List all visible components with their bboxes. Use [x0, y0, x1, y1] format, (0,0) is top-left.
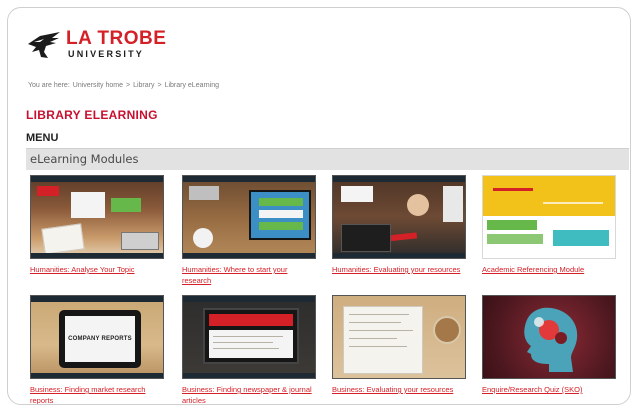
- module-link[interactable]: Enquire/Research Quiz (SKO): [482, 384, 616, 395]
- module-card: Humanities: Evaluating your resources: [332, 175, 466, 275]
- module-link[interactable]: Humanities: Analyse Your Topic: [30, 264, 164, 275]
- module-card: Enquire/Research Quiz (SKO): [482, 295, 616, 395]
- module-thumbnail[interactable]: COMPANY REPORTS: [30, 295, 164, 379]
- module-thumbnail[interactable]: [30, 175, 164, 259]
- menu-label: MENU: [26, 132, 59, 144]
- logo-wordmark: LA TROBE: [66, 28, 167, 49]
- module-card: COMPANY REPORTS Business: Finding market…: [30, 295, 164, 404]
- module-link[interactable]: Humanities: Where to start your research: [182, 264, 316, 286]
- company-reports-title: COMPANY REPORTS: [68, 336, 132, 342]
- breadcrumb-separator: >: [125, 82, 131, 89]
- breadcrumb-separator: >: [157, 82, 162, 89]
- page-title: LIBRARY ELEARNING: [26, 108, 158, 122]
- module-link[interactable]: Business: Finding newspaper & journal ar…: [182, 384, 316, 404]
- logo-subtitle: UNIVERSITY: [68, 49, 145, 59]
- module-card: Humanities: Analyse Your Topic: [30, 175, 164, 275]
- module-link[interactable]: Humanities: Evaluating your resources: [332, 264, 466, 275]
- module-card: Humanities: Where to start your research: [182, 175, 316, 286]
- module-thumbnail[interactable]: [332, 295, 466, 379]
- breadcrumb-university-home[interactable]: University home: [73, 82, 123, 89]
- breadcrumb-prefix: You are here:: [28, 82, 70, 89]
- module-card: Academic Referencing Module: [482, 175, 616, 275]
- module-thumbnail[interactable]: [182, 295, 316, 379]
- page-frame: LA TROBE UNIVERSITY You are here: Univer…: [7, 7, 631, 405]
- university-logo[interactable]: LA TROBE UNIVERSITY: [26, 28, 167, 60]
- module-thumbnail[interactable]: [482, 295, 616, 379]
- section-header: eLearning Modules: [26, 148, 629, 170]
- module-thumbnail[interactable]: [482, 175, 616, 259]
- module-card: Business: Evaluating your resources: [332, 295, 466, 395]
- eagle-logo-icon: [28, 32, 60, 58]
- breadcrumb-library[interactable]: Library: [133, 82, 154, 89]
- module-thumbnail[interactable]: [182, 175, 316, 259]
- module-link[interactable]: Academic Referencing Module: [482, 264, 616, 275]
- module-link[interactable]: Business: Evaluating your resources: [332, 384, 466, 395]
- module-card: Business: Finding newspaper & journal ar…: [182, 295, 316, 404]
- module-link[interactable]: Business: Finding market research report…: [30, 384, 164, 404]
- breadcrumb: You are here: University home > Library …: [28, 82, 219, 89]
- module-thumbnail[interactable]: [332, 175, 466, 259]
- breadcrumb-current: Library eLearning: [164, 82, 220, 89]
